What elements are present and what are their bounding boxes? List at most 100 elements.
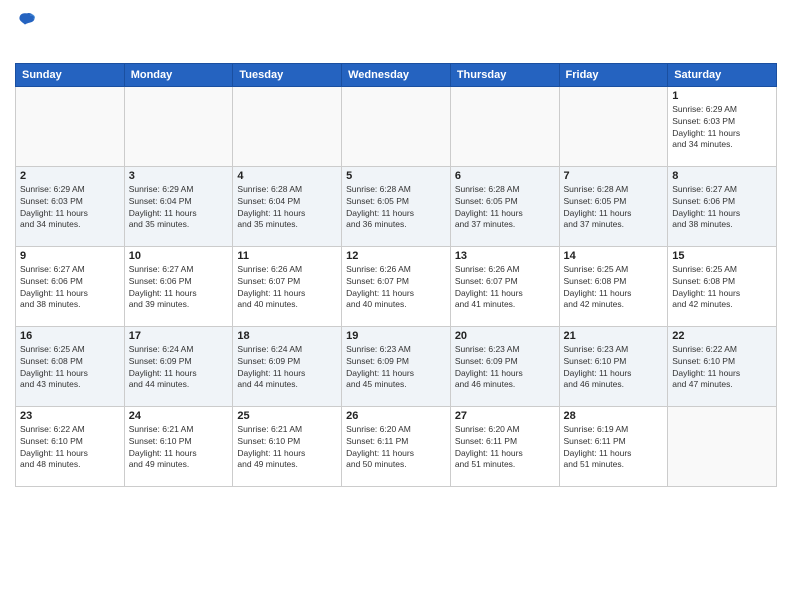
calendar-cell	[124, 86, 233, 166]
day-info: Sunrise: 6:23 AMSunset: 6:10 PMDaylight:…	[564, 344, 664, 392]
day-info: Sunrise: 6:26 AMSunset: 6:07 PMDaylight:…	[237, 264, 337, 312]
calendar-cell: 8 Sunrise: 6:27 AMSunset: 6:06 PMDaylight…	[668, 166, 777, 246]
day-info: Sunrise: 6:23 AMSunset: 6:09 PMDaylight:…	[455, 344, 555, 392]
weekday-header-friday: Friday	[559, 63, 668, 86]
calendar-cell	[450, 86, 559, 166]
day-info: Sunrise: 6:26 AMSunset: 6:07 PMDaylight:…	[455, 264, 555, 312]
day-number: 11	[237, 250, 337, 262]
header	[15, 10, 777, 55]
day-info: Sunrise: 6:26 AMSunset: 6:07 PMDaylight:…	[346, 264, 446, 312]
day-info: Sunrise: 6:19 AMSunset: 6:11 PMDaylight:…	[564, 424, 664, 472]
calendar-cell: 10 Sunrise: 6:27 AMSunset: 6:06 PMDayligh…	[124, 246, 233, 326]
weekday-header-tuesday: Tuesday	[233, 63, 342, 86]
calendar-cell: 13 Sunrise: 6:26 AMSunset: 6:07 PMDayligh…	[450, 246, 559, 326]
day-number: 22	[672, 330, 772, 342]
day-number: 21	[564, 330, 664, 342]
day-info: Sunrise: 6:25 AMSunset: 6:08 PMDaylight:…	[20, 344, 120, 392]
calendar-cell: 2 Sunrise: 6:29 AMSunset: 6:03 PMDaylight…	[16, 166, 125, 246]
day-number: 9	[20, 250, 120, 262]
weekday-header-saturday: Saturday	[668, 63, 777, 86]
logo-icon	[17, 10, 37, 30]
day-number: 3	[129, 170, 229, 182]
day-info: Sunrise: 6:20 AMSunset: 6:11 PMDaylight:…	[455, 424, 555, 472]
calendar-cell: 21 Sunrise: 6:23 AMSunset: 6:10 PMDayligh…	[559, 326, 668, 406]
calendar-cell: 12 Sunrise: 6:26 AMSunset: 6:07 PMDayligh…	[342, 246, 451, 326]
calendar-cell: 17 Sunrise: 6:24 AMSunset: 6:09 PMDayligh…	[124, 326, 233, 406]
calendar-cell: 23 Sunrise: 6:22 AMSunset: 6:10 PMDayligh…	[16, 406, 125, 486]
day-number: 28	[564, 410, 664, 422]
calendar-cell: 27 Sunrise: 6:20 AMSunset: 6:11 PMDayligh…	[450, 406, 559, 486]
calendar-cell: 14Sunrise: 6:25 AMSunset: 6:08 PMDayligh…	[559, 246, 668, 326]
calendar-cell: 20 Sunrise: 6:23 AMSunset: 6:09 PMDayligh…	[450, 326, 559, 406]
weekday-header-thursday: Thursday	[450, 63, 559, 86]
calendar-cell	[233, 86, 342, 166]
calendar-cell: 15 Sunrise: 6:25 AMSunset: 6:08 PMDayligh…	[668, 246, 777, 326]
day-number: 7	[564, 170, 664, 182]
day-info: Sunrise: 6:22 AMSunset: 6:10 PMDaylight:…	[20, 424, 120, 472]
calendar-table: SundayMondayTuesdayWednesdayThursdayFrid…	[15, 63, 777, 487]
day-info: Sunrise: 6:27 AMSunset: 6:06 PMDaylight:…	[20, 264, 120, 312]
weekday-header-row: SundayMondayTuesdayWednesdayThursdayFrid…	[16, 63, 777, 86]
day-number: 23	[20, 410, 120, 422]
day-info: Sunrise: 6:24 AMSunset: 6:09 PMDaylight:…	[129, 344, 229, 392]
calendar-cell: 3 Sunrise: 6:29 AMSunset: 6:04 PMDaylight…	[124, 166, 233, 246]
calendar-week-3: 9 Sunrise: 6:27 AMSunset: 6:06 PMDaylight…	[16, 246, 777, 326]
day-info: Sunrise: 6:29 AMSunset: 6:03 PMDaylight:…	[672, 104, 772, 152]
day-info: Sunrise: 6:27 AMSunset: 6:06 PMDaylight:…	[672, 184, 772, 232]
day-number: 13	[455, 250, 555, 262]
day-info: Sunrise: 6:29 AMSunset: 6:03 PMDaylight:…	[20, 184, 120, 232]
calendar-week-2: 2 Sunrise: 6:29 AMSunset: 6:03 PMDaylight…	[16, 166, 777, 246]
day-number: 8	[672, 170, 772, 182]
calendar-cell: 19 Sunrise: 6:23 AMSunset: 6:09 PMDayligh…	[342, 326, 451, 406]
logo	[15, 10, 37, 55]
day-info: Sunrise: 6:28 AMSunset: 6:05 PMDaylight:…	[564, 184, 664, 232]
calendar-cell: 11 Sunrise: 6:26 AMSunset: 6:07 PMDayligh…	[233, 246, 342, 326]
page-container: SundayMondayTuesdayWednesdayThursdayFrid…	[0, 0, 792, 612]
calendar-cell: 28 Sunrise: 6:19 AMSunset: 6:11 PMDayligh…	[559, 406, 668, 486]
day-number: 12	[346, 250, 446, 262]
day-number: 6	[455, 170, 555, 182]
day-info: Sunrise: 6:28 AMSunset: 6:05 PMDaylight:…	[455, 184, 555, 232]
day-number: 1	[672, 90, 772, 102]
weekday-header-sunday: Sunday	[16, 63, 125, 86]
day-info: Sunrise: 6:25 AMSunset: 6:08 PMDaylight:…	[564, 264, 664, 312]
day-info: Sunrise: 6:21 AMSunset: 6:10 PMDaylight:…	[129, 424, 229, 472]
weekday-header-wednesday: Wednesday	[342, 63, 451, 86]
calendar-cell: 24 Sunrise: 6:21 AMSunset: 6:10 PMDayligh…	[124, 406, 233, 486]
day-number: 18	[237, 330, 337, 342]
calendar-cell: 16Sunrise: 6:25 AMSunset: 6:08 PMDayligh…	[16, 326, 125, 406]
day-info: Sunrise: 6:22 AMSunset: 6:10 PMDaylight:…	[672, 344, 772, 392]
day-info: Sunrise: 6:27 AMSunset: 6:06 PMDaylight:…	[129, 264, 229, 312]
day-number: 25	[237, 410, 337, 422]
day-number: 17	[129, 330, 229, 342]
day-number: 27	[455, 410, 555, 422]
day-info: Sunrise: 6:23 AMSunset: 6:09 PMDaylight:…	[346, 344, 446, 392]
calendar-cell	[559, 86, 668, 166]
day-number: 19	[346, 330, 446, 342]
calendar-week-5: 23 Sunrise: 6:22 AMSunset: 6:10 PMDayligh…	[16, 406, 777, 486]
calendar-week-1: 1 Sunrise: 6:29 AMSunset: 6:03 PMDaylight…	[16, 86, 777, 166]
calendar-cell: 7 Sunrise: 6:28 AMSunset: 6:05 PMDaylight…	[559, 166, 668, 246]
day-number: 5	[346, 170, 446, 182]
day-number: 20	[455, 330, 555, 342]
day-info: Sunrise: 6:20 AMSunset: 6:11 PMDaylight:…	[346, 424, 446, 472]
calendar-cell: 5 Sunrise: 6:28 AMSunset: 6:05 PMDaylight…	[342, 166, 451, 246]
calendar-cell: 25Sunrise: 6:21 AMSunset: 6:10 PMDayligh…	[233, 406, 342, 486]
day-info: Sunrise: 6:28 AMSunset: 6:05 PMDaylight:…	[346, 184, 446, 232]
calendar-cell: 6 Sunrise: 6:28 AMSunset: 6:05 PMDaylight…	[450, 166, 559, 246]
day-number: 26	[346, 410, 446, 422]
day-number: 24	[129, 410, 229, 422]
day-number: 4	[237, 170, 337, 182]
day-number: 2	[20, 170, 120, 182]
calendar-cell	[16, 86, 125, 166]
day-info: Sunrise: 6:24 AMSunset: 6:09 PMDaylight:…	[237, 344, 337, 392]
calendar-cell	[342, 86, 451, 166]
day-number: 15	[672, 250, 772, 262]
day-info: Sunrise: 6:29 AMSunset: 6:04 PMDaylight:…	[129, 184, 229, 232]
calendar-week-4: 16Sunrise: 6:25 AMSunset: 6:08 PMDayligh…	[16, 326, 777, 406]
calendar-cell	[668, 406, 777, 486]
calendar-cell: 18 Sunrise: 6:24 AMSunset: 6:09 PMDayligh…	[233, 326, 342, 406]
day-info: Sunrise: 6:25 AMSunset: 6:08 PMDaylight:…	[672, 264, 772, 312]
day-number: 10	[129, 250, 229, 262]
calendar-cell: 9 Sunrise: 6:27 AMSunset: 6:06 PMDaylight…	[16, 246, 125, 326]
